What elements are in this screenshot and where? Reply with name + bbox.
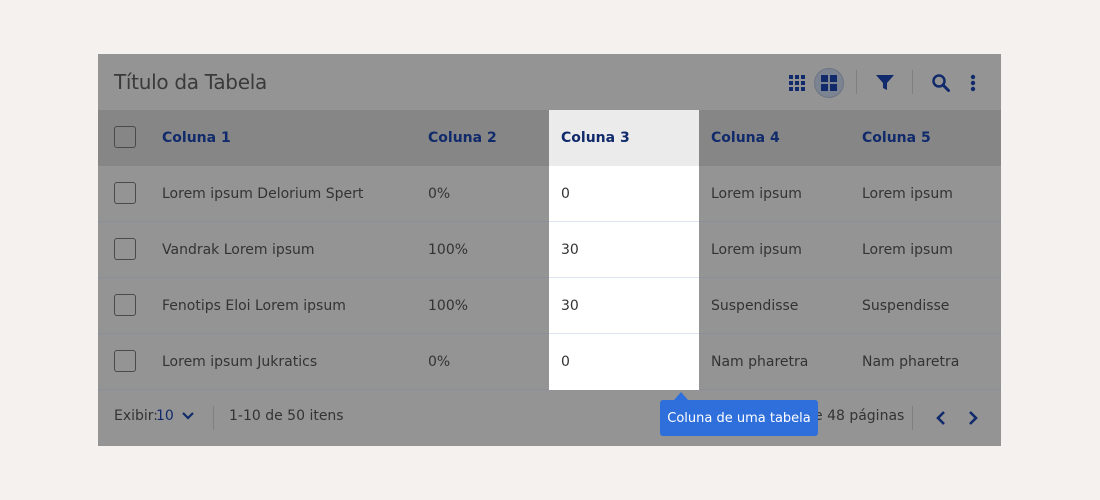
row-checkbox[interactable]	[114, 350, 136, 372]
table-cell: Lorem ipsum	[862, 242, 953, 258]
filter-icon	[876, 75, 894, 90]
rows-per-page-value: 10	[156, 408, 174, 424]
row-checkbox[interactable]	[114, 182, 136, 204]
page-count-text: e 48 páginas	[814, 408, 905, 424]
show-label: Exibir:	[114, 408, 159, 424]
grid-large-icon	[821, 75, 837, 91]
item-range-text: 1-10 de 50 itens	[229, 408, 344, 424]
column-tooltip: Coluna de uma tabela	[660, 400, 818, 436]
table-cell: Lorem ipsum	[711, 242, 802, 258]
table-row: Vandrak Lorem ipsum 100% 30 Lorem ipsum …	[98, 222, 1001, 278]
table-cell: 30	[561, 242, 579, 258]
chevron-left-icon	[936, 411, 945, 425]
select-all-checkbox[interactable]	[114, 126, 136, 148]
row-checkbox[interactable]	[114, 238, 136, 260]
search-button[interactable]	[926, 68, 956, 98]
chevron-right-icon	[969, 411, 978, 425]
table-row: Lorem ipsum Delorium Spert 0% 0 Lorem ip…	[98, 166, 1001, 222]
highlighted-cell-bg	[549, 166, 699, 222]
table-cell: 0	[561, 354, 570, 370]
filter-button[interactable]	[870, 68, 900, 98]
table-cell: Nam pharetra	[862, 354, 960, 370]
grid-small-icon	[789, 75, 805, 91]
footer-divider	[213, 406, 214, 430]
table-cell: Fenotips Eloi Lorem ipsum	[162, 298, 346, 314]
data-table: Título da Tabela Coluna 1 Coluna 2 Colun…	[98, 54, 1001, 446]
search-icon	[932, 74, 950, 92]
highlighted-cell-bg	[549, 334, 699, 390]
toolbar-divider	[856, 70, 857, 94]
table-cell: Lorem ipsum Delorium Spert	[162, 186, 364, 202]
table-cell: 30	[561, 298, 579, 314]
more-vertical-icon	[970, 74, 976, 92]
grid-large-view-button[interactable]	[814, 68, 844, 98]
table-cell: 100%	[428, 242, 469, 258]
table-header: Título da Tabela	[98, 54, 1001, 110]
chevron-down-icon	[182, 412, 195, 420]
row-checkbox[interactable]	[114, 294, 136, 316]
tooltip-arrow	[674, 392, 688, 400]
previous-page-button[interactable]	[929, 406, 953, 430]
table-cell: Vandrak Lorem ipsum	[162, 242, 315, 258]
table-cell: Lorem ipsum	[862, 186, 953, 202]
column-header-1[interactable]: Coluna 1	[162, 110, 231, 166]
table-row: Lorem ipsum Jukratics 0% 0 Nam pharetra …	[98, 334, 1001, 390]
table-cell: Nam pharetra	[711, 354, 809, 370]
column-header-3[interactable]: Coluna 3	[561, 110, 630, 166]
table-cell: Lorem ipsum Jukratics	[162, 354, 318, 370]
more-options-button[interactable]	[958, 68, 988, 98]
table-cell: 0	[561, 186, 570, 202]
column-header-2[interactable]: Coluna 2	[428, 110, 497, 166]
column-header-4[interactable]: Coluna 4	[711, 110, 780, 166]
table-footer: Exibir: 10 1-10 de 50 itens e 48 páginas	[98, 390, 1001, 446]
grid-small-view-button[interactable]	[782, 68, 812, 98]
column-header-5[interactable]: Coluna 5	[862, 110, 931, 166]
table-row: Fenotips Eloi Lorem ipsum 100% 30 Suspen…	[98, 278, 1001, 334]
next-page-button[interactable]	[961, 406, 985, 430]
table-cell: 0%	[428, 354, 451, 370]
table-cell: 100%	[428, 298, 469, 314]
rows-per-page-select[interactable]: 10	[156, 408, 195, 424]
table-column-header-row: Coluna 1 Coluna 2 Coluna 3 Coluna 4 Colu…	[98, 110, 1001, 166]
table-cell: Suspendisse	[862, 298, 950, 314]
footer-divider	[912, 406, 913, 430]
table-cell: Lorem ipsum	[711, 186, 802, 202]
table-title: Título da Tabela	[114, 70, 267, 94]
table-cell: 0%	[428, 186, 451, 202]
table-cell: Suspendisse	[711, 298, 799, 314]
toolbar-divider	[912, 70, 913, 94]
